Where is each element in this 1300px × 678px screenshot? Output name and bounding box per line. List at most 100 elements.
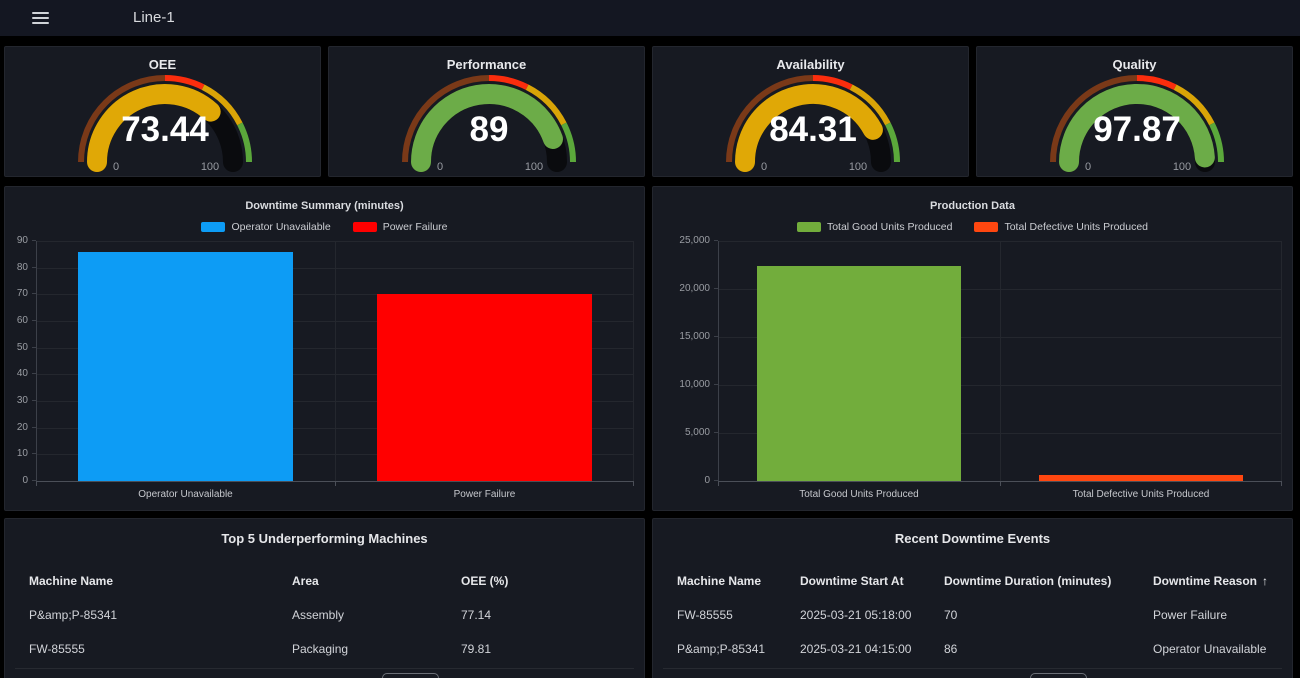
column-header[interactable]: Downtime Reason↑ bbox=[1153, 574, 1268, 588]
svg-text:0: 0 bbox=[437, 161, 443, 173]
y-axis-label: 90 bbox=[17, 235, 28, 247]
x-axis-label: Total Defective Units Produced bbox=[1000, 489, 1282, 500]
performance-gauge: 890100 bbox=[329, 77, 649, 177]
x-axis-tick bbox=[335, 481, 336, 486]
legend-item[interactable]: Total Good Units Produced bbox=[797, 221, 953, 233]
legend-label: Power Failure bbox=[383, 221, 448, 233]
panel-oee: OEE 73.440 100 bbox=[4, 46, 321, 177]
table-cell: P&amp;P-85341 bbox=[677, 642, 800, 656]
x-axis-tick bbox=[633, 481, 634, 486]
panel-top5-underperforming-machines: Top 5 Underperforming Machines Machine N… bbox=[4, 518, 645, 678]
y-axis-label: 15,000 bbox=[679, 331, 710, 343]
y-axis-line bbox=[718, 241, 719, 481]
gauge-title: Availability bbox=[653, 57, 968, 73]
y-axis-label: 80 bbox=[17, 262, 28, 274]
chart-legend: Total Good Units Produced Total Defective… bbox=[653, 221, 1292, 233]
legend-label: Total Good Units Produced bbox=[827, 221, 953, 233]
table-cell: 2025-03-21 04:15:00 bbox=[800, 642, 944, 656]
table-row: P&amp;P-85341Assembly77.14 bbox=[29, 598, 620, 632]
y-axis-label: 20 bbox=[17, 422, 28, 434]
table-cell: FW-85555 bbox=[29, 642, 292, 656]
gauge-title: Performance bbox=[329, 57, 644, 73]
table-header-row: Machine NameDowntime Start AtDowntime Du… bbox=[677, 564, 1268, 598]
table-cell: FW-85555 bbox=[677, 608, 800, 622]
dashboard: Line-1 OEE 73.440100 Performance 890100 … bbox=[0, 0, 1300, 678]
bar-power-failure bbox=[377, 294, 592, 481]
y-axis-line bbox=[36, 241, 37, 481]
gauge-title: Quality bbox=[977, 57, 1292, 73]
x-axis-label: Operator Unavailable bbox=[36, 489, 335, 500]
svg-text:100: 100 bbox=[201, 161, 219, 173]
bar-total-defective-units-produced bbox=[1039, 475, 1242, 481]
chart-legend: Operator Unavailable Power Failure bbox=[5, 221, 644, 233]
svg-text:97.87: 97.87 bbox=[1093, 110, 1181, 149]
legend-label: Total Defective Units Produced bbox=[1004, 221, 1148, 233]
column-header[interactable]: Downtime Duration (minutes) bbox=[944, 574, 1153, 588]
top-navbar: Line-1 bbox=[0, 0, 1300, 36]
chart-title: Downtime Summary (minutes) bbox=[5, 200, 644, 214]
y-axis-label: 5,000 bbox=[685, 427, 710, 439]
y-axis-label: 10,000 bbox=[679, 379, 710, 391]
production-bar-chart: 05,00010,00015,00020,00025,000Total Good… bbox=[718, 241, 1282, 482]
legend-swatch bbox=[353, 222, 377, 232]
legend-label: Operator Unavailable bbox=[231, 221, 330, 233]
legend-item[interactable]: Operator Unavailable bbox=[201, 221, 330, 233]
hamburger-menu-icon[interactable] bbox=[28, 8, 54, 28]
svg-text:0: 0 bbox=[113, 161, 119, 173]
table-header-row: Machine NameAreaOEE (%) bbox=[29, 564, 620, 598]
panel-production-data: Production Data Total Good Units Produce… bbox=[652, 186, 1293, 511]
pagination-button[interactable] bbox=[382, 673, 439, 678]
x-axis-tick bbox=[1000, 481, 1001, 486]
dashboard-title: Line-1 bbox=[133, 0, 175, 36]
plot-right-border bbox=[1281, 241, 1282, 481]
table-cell: 70 bbox=[944, 608, 1153, 622]
svg-text:73.44: 73.44 bbox=[121, 110, 209, 149]
table-row: P&amp;P-853412025-03-21 04:15:0086Operat… bbox=[677, 632, 1268, 666]
downtime-events-table: Machine NameDowntime Start AtDowntime Du… bbox=[653, 564, 1292, 666]
x-axis-label: Power Failure bbox=[335, 489, 634, 500]
availability-gauge: 84.310100 bbox=[653, 77, 973, 177]
y-axis-label: 30 bbox=[17, 395, 28, 407]
table-title: Top 5 Underperforming Machines bbox=[5, 519, 644, 547]
category-split-line bbox=[335, 241, 336, 481]
legend-item[interactable]: Power Failure bbox=[353, 221, 448, 233]
table-cell: Packaging bbox=[292, 642, 461, 656]
y-axis-label: 0 bbox=[22, 475, 28, 487]
oee-gauge: 73.440 100 bbox=[5, 77, 325, 177]
svg-text:0: 0 bbox=[1085, 161, 1091, 173]
svg-text:0: 0 bbox=[761, 161, 767, 173]
x-axis-tick bbox=[718, 481, 719, 486]
table-title: Recent Downtime Events bbox=[653, 519, 1292, 547]
y-axis-label: 60 bbox=[17, 315, 28, 327]
plot-right-border bbox=[633, 241, 634, 481]
x-axis-tick bbox=[1281, 481, 1282, 486]
table-cell: P&amp;P-85341 bbox=[29, 608, 292, 622]
table-row: FW-85555Packaging79.81 bbox=[29, 632, 620, 666]
table-cell: Power Failure bbox=[1153, 608, 1268, 622]
pagination-button[interactable] bbox=[1030, 673, 1087, 678]
underperforming-machines-table: Machine NameAreaOEE (%)P&amp;P-85341Asse… bbox=[5, 564, 644, 666]
panel-recent-downtime-events: Recent Downtime Events Machine NameDownt… bbox=[652, 518, 1293, 678]
table-cell: Operator Unavailable bbox=[1153, 642, 1268, 656]
column-header[interactable]: OEE (%) bbox=[461, 574, 620, 588]
x-axis-tick bbox=[36, 481, 37, 486]
column-header[interactable]: Machine Name bbox=[29, 574, 292, 588]
panel-downtime-summary: Downtime Summary (minutes) Operator Unav… bbox=[4, 186, 645, 511]
svg-text:100: 100 bbox=[1173, 161, 1191, 173]
panel-availability: Availability 84.310100 bbox=[652, 46, 969, 177]
table-cell: 79.81 bbox=[461, 642, 620, 656]
table-row: FW-855552025-03-21 05:18:0070Power Failu… bbox=[677, 598, 1268, 632]
y-axis-label: 0 bbox=[704, 475, 710, 487]
y-axis-label: 25,000 bbox=[679, 235, 710, 247]
svg-text:100: 100 bbox=[525, 161, 543, 173]
column-header[interactable]: Downtime Start At bbox=[800, 574, 944, 588]
panel-quality: Quality 97.870 100 bbox=[976, 46, 1293, 177]
table-divider bbox=[15, 668, 634, 669]
column-header[interactable]: Machine Name bbox=[677, 574, 800, 588]
svg-text:84.31: 84.31 bbox=[769, 110, 857, 149]
table-cell: 2025-03-21 05:18:00 bbox=[800, 608, 944, 622]
legend-item[interactable]: Total Defective Units Produced bbox=[974, 221, 1148, 233]
table-cell: 86 bbox=[944, 642, 1153, 656]
column-header[interactable]: Area bbox=[292, 574, 461, 588]
gauge-title: OEE bbox=[5, 57, 320, 73]
